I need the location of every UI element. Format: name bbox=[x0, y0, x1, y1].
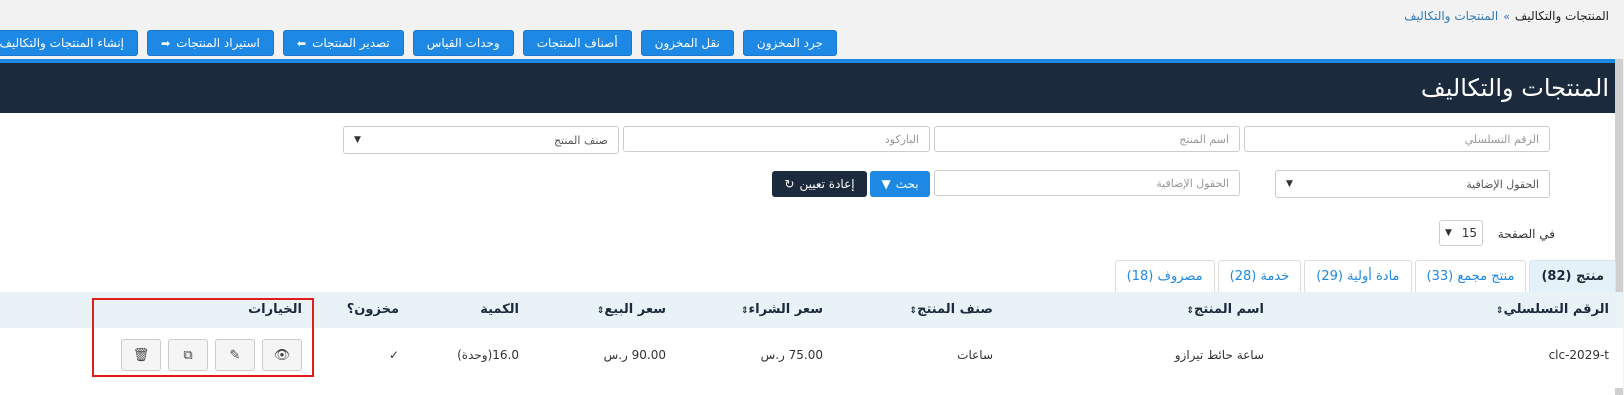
col-stocked: مخزون؟ bbox=[348, 302, 400, 317]
reset-button[interactable]: إعادة تعيين ↻ bbox=[773, 171, 868, 197]
product-categories-button[interactable]: أصناف المنتجات bbox=[523, 30, 633, 56]
create-product-label: إنشاء المنتجات والتكاليف bbox=[0, 36, 126, 50]
cell-sale-price: 90.00 ر.س bbox=[604, 348, 667, 362]
trash-icon: 🗑 bbox=[133, 347, 151, 363]
page-title: المنتجات والتكاليف bbox=[1421, 74, 1610, 102]
cell-purchase-price: 75.00 ر.س bbox=[761, 348, 824, 362]
sort-icon: ⇕ bbox=[741, 306, 750, 316]
import-icon: ➡ bbox=[162, 36, 172, 50]
category-select-value: صنف المنتج bbox=[554, 133, 609, 147]
create-product-button[interactable]: إنشاء المنتجات والتكاليف✚ bbox=[0, 30, 140, 56]
view-button[interactable]: 👁 bbox=[263, 339, 303, 371]
export-products-label: تصدير المنتجات bbox=[313, 36, 391, 50]
tab-bundle[interactable]: منتج مجمع (33) bbox=[1415, 260, 1528, 292]
duplicate-button[interactable]: ⧉ bbox=[169, 339, 209, 371]
extra-fields-select-value: الحقول الإضافية bbox=[1467, 177, 1540, 191]
col-category-label: صنف المنتج bbox=[918, 302, 994, 317]
extra-fields-select[interactable]: الحقول الإضافية ▼ bbox=[1276, 170, 1551, 198]
tab-service[interactable]: خدمة (28) bbox=[1218, 260, 1303, 292]
product-name-input[interactable] bbox=[935, 126, 1241, 152]
cell-serial: clc-2029-t bbox=[1549, 348, 1610, 362]
stock-transfer-label: نقل المخزون bbox=[655, 36, 721, 50]
per-page-label: في الصفحة bbox=[1498, 227, 1556, 241]
reset-label: إعادة تعيين bbox=[800, 177, 856, 191]
tab-raw-material[interactable]: مادة أولية (29) bbox=[1305, 260, 1413, 292]
product-type-tabs: منتج (82) منتج مجمع (33) مادة أولية (29)… bbox=[1115, 260, 1617, 292]
col-sale-price[interactable]: سعر البيع⇕ bbox=[595, 302, 667, 317]
tab-product[interactable]: منتج (82) bbox=[1530, 260, 1617, 292]
sort-icon: ⇕ bbox=[1187, 306, 1195, 316]
col-options-label: الخيارات bbox=[249, 302, 303, 317]
col-serial-label: الرقم التسلسلي bbox=[1504, 302, 1610, 317]
units-label: وحدات القياس bbox=[427, 36, 501, 50]
barcode-input[interactable] bbox=[624, 126, 931, 152]
import-products-button[interactable]: استيراد المنتجات ➡ bbox=[148, 30, 275, 56]
export-products-button[interactable]: تصدير المنتجات ⬅ bbox=[283, 30, 405, 56]
extra-fields-input[interactable] bbox=[935, 170, 1241, 196]
breadcrumb-root[interactable]: المنتجات والتكاليف bbox=[1516, 9, 1610, 23]
category-select[interactable]: صنف المنتج ▼ bbox=[344, 126, 620, 154]
import-products-label: استيراد المنتجات bbox=[177, 36, 261, 50]
stock-count-label: جرد المخزون bbox=[757, 36, 824, 50]
filter-icon: ▼ bbox=[882, 177, 892, 191]
table-header: الرقم التسلسلي⇕ اسم المنتج⇕ صنف المنتج⇕ … bbox=[0, 292, 1624, 328]
col-stocked-label: مخزون؟ bbox=[347, 302, 400, 317]
export-icon: ⬅ bbox=[297, 36, 308, 50]
breadcrumb-separator: » bbox=[1504, 9, 1511, 23]
breadcrumb: المنتجات والتكاليف » المنتجات والتكاليف bbox=[1405, 9, 1610, 23]
col-serial[interactable]: الرقم التسلسلي⇕ bbox=[1494, 302, 1610, 317]
units-button[interactable]: وحدات القياس bbox=[413, 30, 515, 56]
cell-category: ساعات bbox=[958, 348, 994, 362]
col-purchase-price[interactable]: سعر الشراء⇕ bbox=[739, 302, 824, 317]
product-categories-label: أصناف المنتجات bbox=[537, 36, 619, 50]
col-quantity-label: الكمية bbox=[481, 302, 520, 317]
per-page-value: 15 bbox=[1462, 226, 1478, 240]
cell-quantity: 16.0(وحدة) bbox=[458, 348, 520, 362]
col-sale-price-label: سعر البيع bbox=[605, 302, 667, 317]
chevron-down-icon: ▼ bbox=[1446, 228, 1453, 238]
edit-button[interactable]: ✎ bbox=[216, 339, 256, 371]
stock-count-button[interactable]: جرد المخزون bbox=[743, 30, 838, 56]
panel-header: المنتجات والتكاليف bbox=[0, 59, 1624, 113]
serial-input[interactable] bbox=[1245, 126, 1551, 152]
eye-icon: 👁 bbox=[274, 347, 292, 363]
chevron-down-icon: ▼ bbox=[1287, 179, 1294, 189]
delete-button[interactable]: 🗑 bbox=[122, 339, 162, 371]
cell-name[interactable]: ساعة حائط تيرازو bbox=[1176, 348, 1265, 362]
toolbar: جرد المخزون نقل المخزون أصناف المنتجات و… bbox=[0, 30, 838, 56]
copy-icon: ⧉ bbox=[184, 347, 194, 363]
col-name-label: اسم المنتج bbox=[1195, 302, 1265, 317]
breadcrumb-current[interactable]: المنتجات والتكاليف bbox=[1405, 9, 1499, 23]
col-quantity: الكمية bbox=[481, 302, 520, 317]
per-page-select[interactable]: 15 ▼ bbox=[1440, 220, 1484, 246]
search-button[interactable]: بحث ▼ bbox=[871, 171, 931, 197]
cell-stocked: ✓ bbox=[389, 348, 400, 362]
edit-icon: ✎ bbox=[230, 347, 242, 363]
col-purchase-price-label: سعر الشراء bbox=[749, 302, 825, 317]
col-name[interactable]: اسم المنتج⇕ bbox=[1184, 302, 1265, 317]
refresh-icon: ↻ bbox=[785, 177, 796, 191]
col-options: الخيارات bbox=[249, 302, 303, 317]
stock-transfer-button[interactable]: نقل المخزون bbox=[641, 30, 735, 56]
sort-icon: ⇕ bbox=[910, 306, 919, 316]
chevron-down-icon: ▼ bbox=[355, 135, 362, 145]
search-label: بحث bbox=[896, 177, 920, 191]
tab-expense[interactable]: مصروف (18) bbox=[1115, 260, 1216, 292]
col-category[interactable]: صنف المنتج⇕ bbox=[908, 302, 994, 317]
